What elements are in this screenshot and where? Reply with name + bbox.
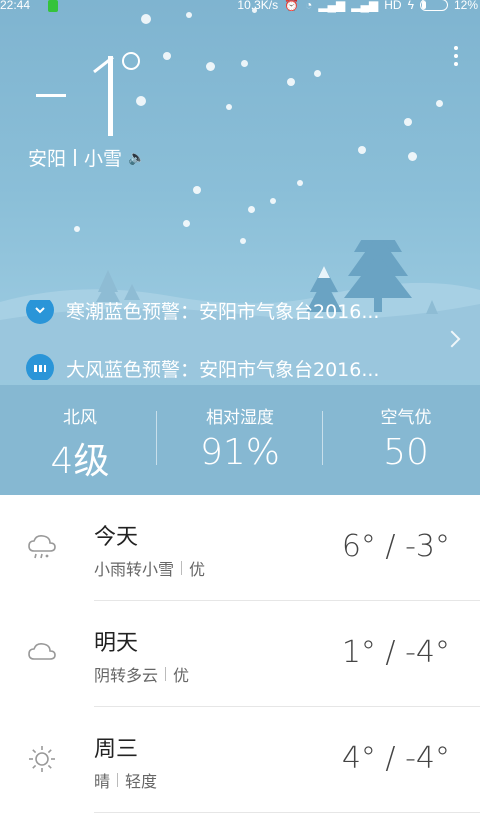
charging-icon: ϟ — [407, 0, 414, 12]
alert-item[interactable]: 寒潮蓝色预警：安阳市气象台2016... — [26, 300, 379, 324]
separator — [165, 667, 167, 681]
snowflake — [163, 52, 171, 60]
snowflake — [241, 60, 248, 67]
weather-hero: 22:44 10.3K/s ⏰ ◔ ▂▄▆ ▂▄▆ HD ϟ 12% 安阳 小雪… — [0, 0, 480, 495]
snowflake — [436, 100, 443, 107]
signal-icon: ▂▄▆ — [318, 0, 346, 12]
separator — [181, 561, 183, 575]
forecast-condition: 阴转多云 — [94, 666, 159, 685]
forecast-condition: 晴 — [94, 772, 111, 791]
weather-metrics: 北风 4级 相对湿度 91% 空气优 50 — [0, 385, 480, 495]
current-condition: 小雪 — [84, 148, 123, 170]
forecast-row[interactable]: 明天 阴转多云 优 1° / -4° — [0, 601, 480, 707]
snowflake — [74, 226, 80, 232]
metric-value: 91% — [199, 432, 280, 473]
metric-value: 4级 — [50, 441, 110, 482]
wifi-icon: ◔ — [305, 0, 313, 12]
forecast-air: 轻度 — [125, 772, 158, 791]
location-row[interactable]: 安阳 小雪 🔈 — [28, 144, 145, 171]
metric-label: 北风 — [63, 408, 97, 428]
network-type: HD — [384, 0, 402, 12]
forecast-day: 周三 — [94, 737, 139, 762]
sun-icon — [29, 746, 55, 772]
forecast-row[interactable]: 周三 晴 轻度 4° / -4° — [0, 707, 480, 813]
more-menu-button[interactable] — [454, 46, 458, 70]
metric-humidity: 相对湿度 91% — [160, 403, 320, 473]
snowflake — [404, 118, 412, 126]
forecast-detail: 阴转多云 优 — [94, 662, 189, 686]
snowflake — [358, 146, 366, 154]
chevron-right-icon[interactable] — [443, 330, 461, 348]
network-speed: 10.3K/s — [237, 0, 279, 12]
snowflake — [270, 198, 276, 204]
forecast-air: 优 — [173, 666, 190, 685]
snowflake — [314, 70, 321, 77]
city-name: 安阳 — [28, 148, 67, 170]
signal-icon: ▂▄▆ — [351, 0, 379, 12]
forecast-list: 今天 小雨转小雪 优 6° / -3° 明天 阴转多云 优 1° / -4° 周… — [0, 495, 480, 829]
alert-text: 寒潮蓝色预警：安阳市气象台2016... — [66, 300, 380, 323]
alert-item[interactable]: 大风蓝色预警：安阳市气象台2016... — [26, 354, 379, 380]
forecast-row[interactable]: 今天 小雨转小雪 优 6° / -3° — [0, 495, 480, 601]
snowflake — [226, 104, 232, 110]
forecast-day: 今天 — [94, 525, 139, 550]
snowflake — [408, 152, 417, 161]
divider — [156, 411, 157, 465]
minus-sign — [36, 94, 66, 97]
snowflake — [136, 96, 146, 106]
forecast-range: 6° / -3° — [341, 529, 450, 564]
battery-icon — [419, 0, 448, 11]
forecast-range: 4° / -4° — [341, 741, 450, 776]
metric-wind: 北风 4级 — [0, 403, 160, 484]
forecast-air: 优 — [189, 560, 206, 579]
saver-icon — [48, 0, 58, 12]
wind-alert-icon — [26, 354, 54, 380]
snowflake — [287, 78, 295, 86]
weather-alerts[interactable]: 寒潮蓝色预警：安阳市气象台2016... 大风蓝色预警：安阳市气象台2016..… — [0, 300, 480, 380]
forecast-detail: 晴 轻度 — [94, 768, 157, 792]
forecast-condition: 小雨转小雪 — [94, 560, 175, 579]
status-time: 22:44 — [0, 0, 31, 12]
alert-icon — [26, 300, 54, 324]
metric-label: 空气优 — [380, 408, 432, 428]
separator — [74, 149, 77, 166]
degree-symbol — [122, 52, 140, 70]
snowflake — [183, 220, 190, 227]
snowflake — [193, 186, 201, 194]
snowflake — [206, 62, 215, 71]
forecast-range: 1° / -4° — [341, 635, 450, 670]
snowflake — [248, 206, 255, 213]
battery-level: 12% — [453, 0, 478, 12]
cloud-icon — [28, 643, 56, 660]
snowflake — [297, 180, 303, 186]
metric-label: 相对湿度 — [206, 408, 274, 428]
divider — [94, 812, 480, 813]
alert-text: 大风蓝色预警：安阳市气象台2016... — [66, 358, 380, 381]
alarm-icon: ⏰ — [284, 0, 300, 12]
separator — [117, 773, 119, 787]
temperature-digit — [108, 56, 113, 136]
metric-value: 50 — [383, 432, 429, 473]
speaker-icon[interactable]: 🔈 — [128, 150, 145, 166]
snowflake — [141, 14, 151, 24]
rain-snow-icon — [28, 535, 56, 559]
forecast-day: 明天 — [94, 631, 139, 656]
status-bar: 22:44 10.3K/s ⏰ ◔ ▂▄▆ ▂▄▆ HD ϟ 12% — [0, 0, 480, 14]
forecast-detail: 小雨转小雪 优 — [94, 556, 205, 580]
divider — [322, 411, 323, 465]
metric-air-quality[interactable]: 空气优 50 — [326, 403, 480, 473]
